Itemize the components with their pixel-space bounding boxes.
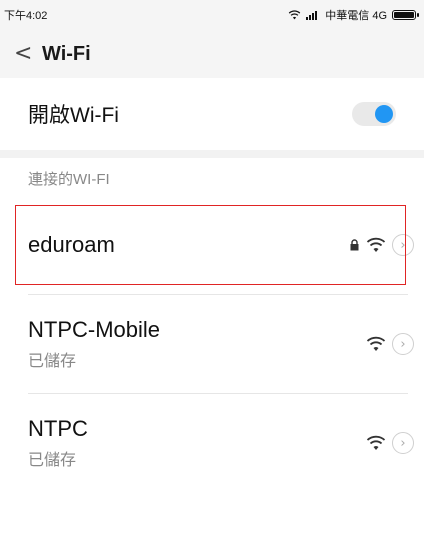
wifi-signal-icon <box>366 336 386 351</box>
network-icons: › <box>366 333 414 355</box>
carrier-label: 中華電信 4G <box>325 10 387 22</box>
cell-signal-icon <box>306 11 318 20</box>
back-icon[interactable]: < <box>14 43 36 65</box>
wifi-toggle-label: 開啟Wi-Fi <box>28 104 119 127</box>
status-time: 下午4:02 <box>4 10 48 22</box>
network-item-ntpc-mobile[interactable]: NTPC-Mobile 已儲存 › <box>0 296 424 392</box>
status-bar: 下午4:02 中華電信 4G <box>0 0 424 30</box>
network-text: NTPC 已儲存 <box>28 416 88 470</box>
network-item-ntpc[interactable]: NTPC 已儲存 › <box>0 395 424 491</box>
network-name: NTPC <box>28 416 88 441</box>
divider <box>28 393 408 394</box>
chevron-right-circle-icon[interactable]: › <box>392 432 414 454</box>
app-header: < Wi-Fi <box>0 30 424 78</box>
page-title: Wi-Fi <box>42 42 91 65</box>
wifi-toggle-switch[interactable] <box>352 102 396 126</box>
status-right: 中華電信 4G <box>288 7 419 23</box>
section-separator <box>0 150 424 158</box>
chevron-right-circle-icon[interactable]: › <box>392 333 414 355</box>
network-status: 已儲存 <box>28 452 77 469</box>
network-icons: › <box>366 432 414 454</box>
selected-network-highlight <box>15 205 406 285</box>
connected-section-title: 連接的WI-FI <box>28 171 110 188</box>
divider <box>28 294 408 295</box>
wifi-signal-icon <box>366 435 386 450</box>
network-name: NTPC-Mobile <box>28 317 161 342</box>
network-status: 已儲存 <box>28 353 77 370</box>
network-text: NTPC-Mobile 已儲存 <box>28 317 160 371</box>
battery-icon <box>392 10 419 20</box>
wifi-toggle-row[interactable]: 開啟Wi-Fi <box>0 78 424 150</box>
toggle-knob <box>375 105 393 123</box>
wifi-status-icon <box>289 10 301 20</box>
